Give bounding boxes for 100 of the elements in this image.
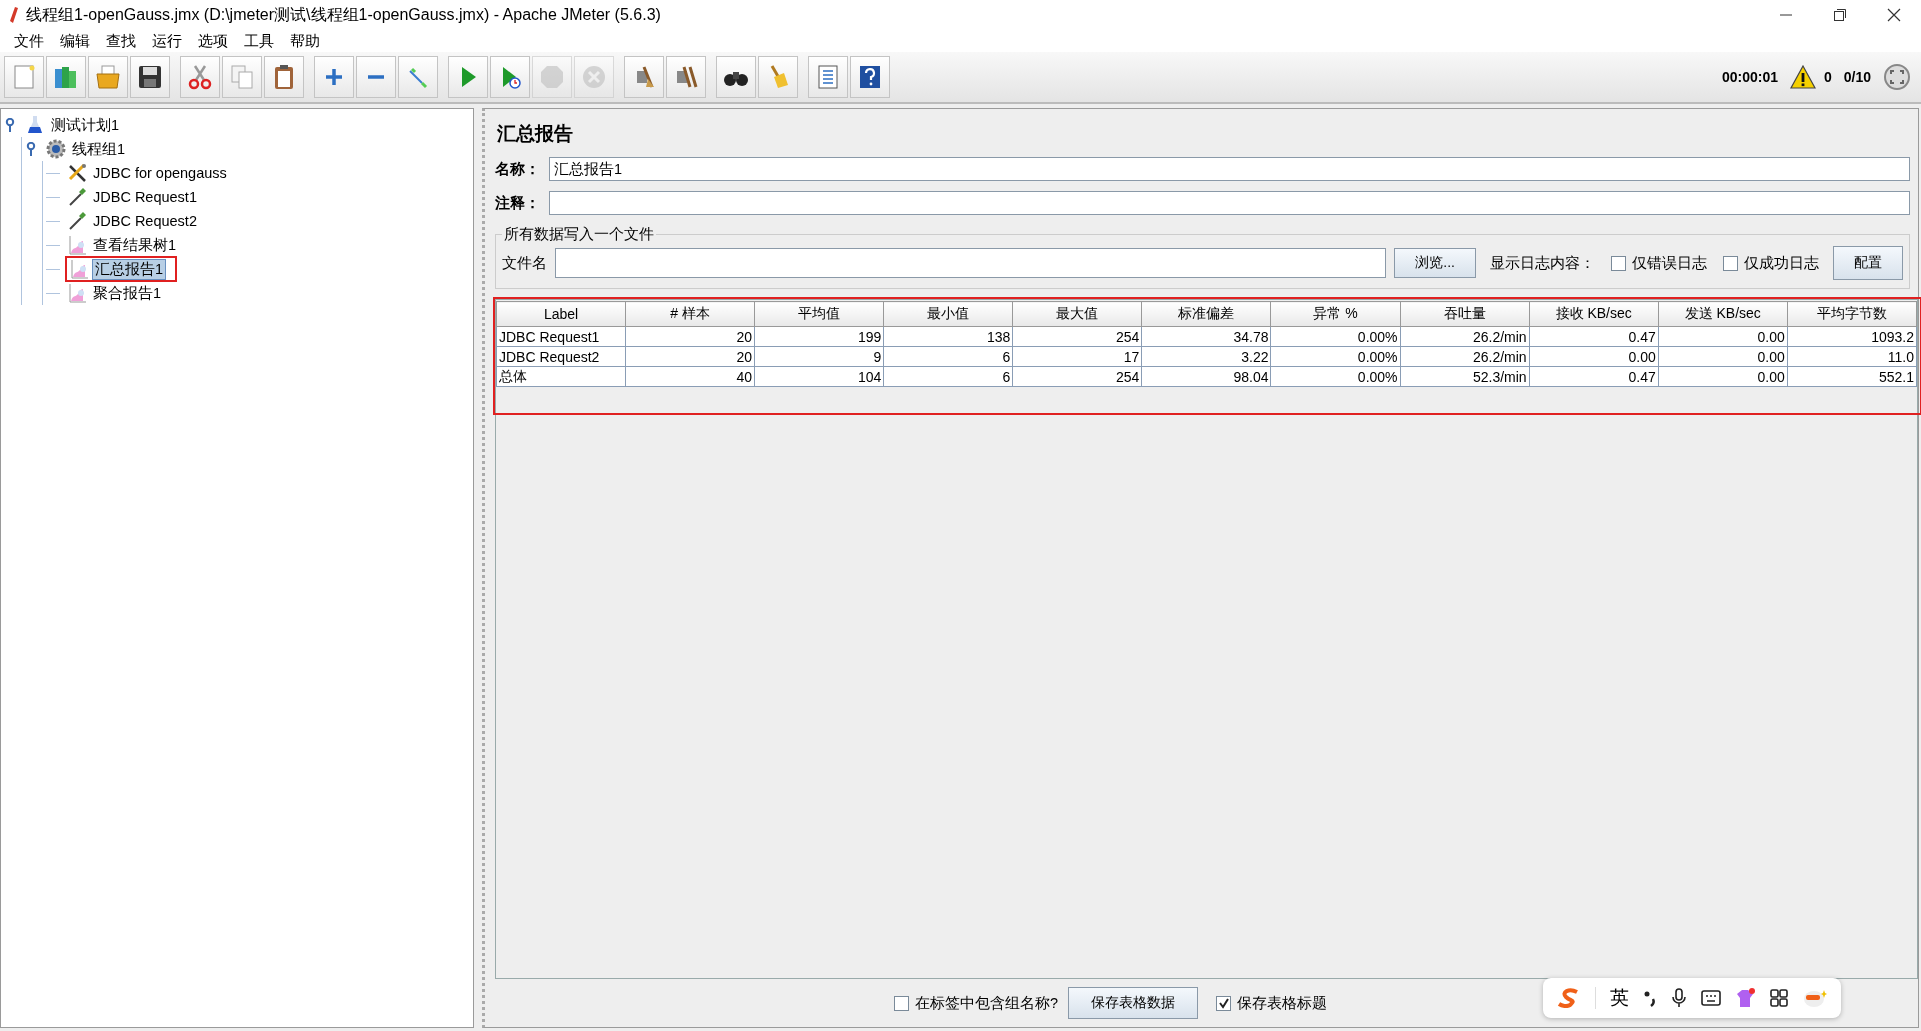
table-cell: 40 <box>625 366 755 387</box>
language-toggle[interactable]: 英 <box>1610 985 1629 1011</box>
floppy-disk-button[interactable] <box>130 56 170 98</box>
column-header[interactable]: 吞吐量 <box>1400 301 1530 327</box>
menu-item[interactable]: 运行 <box>146 31 192 51</box>
shirt-icon[interactable] <box>1735 988 1755 1008</box>
scissors-icon <box>186 63 214 91</box>
tree-item[interactable]: JDBC Request2 <box>91 213 199 229</box>
menu-item[interactable]: 帮助 <box>284 31 330 51</box>
file-name-field[interactable] <box>555 248 1387 278</box>
browse-button[interactable]: 浏览... <box>1394 248 1476 278</box>
table-cell: 254 <box>1012 366 1142 387</box>
field-label: 注释： <box>495 193 539 213</box>
column-header[interactable]: 平均字节数 <box>1787 301 1917 327</box>
column-header[interactable]: 接收 KB/sec <box>1529 301 1659 327</box>
brooms-button[interactable] <box>666 56 706 98</box>
binoculars-button[interactable] <box>716 56 756 98</box>
stop-sign-icon <box>538 63 566 91</box>
table-cell: 98.04 <box>1141 366 1271 387</box>
grid-icon[interactable] <box>1769 988 1789 1008</box>
feather-icon <box>8 6 18 24</box>
tree-item[interactable]: 聚合报告1 <box>91 283 164 303</box>
wrench-screwdriver-icon <box>67 163 87 183</box>
group-title: 所有数据写入一个文件 <box>503 225 655 244</box>
checkbox-label: 仅成功日志 <box>1744 253 1819 273</box>
table-cell: 总体 <box>496 366 626 387</box>
column-header[interactable]: Label <box>496 301 626 327</box>
table-cell: 0.00% <box>1270 366 1401 387</box>
minus-button[interactable] <box>356 56 396 98</box>
column-header[interactable]: # 样本 <box>625 301 755 327</box>
table-cell: 20 <box>625 326 755 347</box>
help-button[interactable] <box>850 56 890 98</box>
table-cell: 0.00 <box>1658 366 1788 387</box>
wand-button[interactable] <box>398 56 438 98</box>
books-button[interactable] <box>46 56 86 98</box>
table-cell: JDBC Request2 <box>496 346 626 367</box>
status-indicator-icon <box>1883 63 1911 91</box>
table-cell: 138 <box>883 326 1013 347</box>
microphone-icon[interactable] <box>1671 988 1687 1008</box>
folder-icon <box>94 63 122 91</box>
table-cell: 1093.2 <box>1787 326 1917 347</box>
play-button[interactable] <box>448 56 488 98</box>
tree-item[interactable]: JDBC for opengauss <box>91 165 229 181</box>
scissors-button[interactable] <box>180 56 220 98</box>
plus-icon <box>326 69 342 85</box>
table-cell: 11.0 <box>1787 346 1917 367</box>
keyboard-icon[interactable] <box>1701 989 1721 1007</box>
clipboard-button[interactable] <box>264 56 304 98</box>
column-header[interactable]: 异常 % <box>1270 301 1401 327</box>
checkbox[interactable] <box>893 995 909 1011</box>
tree-item[interactable]: JDBC Request1 <box>91 189 199 205</box>
menu-item[interactable]: 编辑 <box>54 31 100 51</box>
table-cell: 0.00 <box>1658 326 1788 347</box>
warning-icon <box>1789 65 1816 89</box>
menu-item[interactable]: 工具 <box>238 31 284 51</box>
thread-count: 0/10 <box>1843 69 1871 85</box>
column-header[interactable]: 最大值 <box>1012 301 1142 327</box>
tree-item[interactable]: 汇总报告1 <box>93 259 166 279</box>
expanded-node-icon[interactable] <box>26 142 38 156</box>
table-cell: 34.78 <box>1141 326 1271 347</box>
table-cell: 0.00% <box>1270 326 1401 347</box>
table-cell: 52.3/min <box>1400 366 1530 387</box>
restore-icon[interactable] <box>1833 8 1847 22</box>
column-header[interactable]: 标准偏差 <box>1141 301 1271 327</box>
column-header[interactable]: 发送 KB/sec <box>1658 301 1788 327</box>
menu-item[interactable]: 查找 <box>100 31 146 51</box>
close-icon[interactable] <box>1887 8 1901 22</box>
menu-item[interactable]: 文件 <box>8 31 54 51</box>
checkbox[interactable] <box>1723 255 1738 271</box>
pipette-icon <box>67 211 87 231</box>
configure-button[interactable]: 配置 <box>1833 246 1903 280</box>
column-header[interactable]: 最小值 <box>883 301 1013 327</box>
tree-item[interactable]: 测试计划1 <box>49 115 122 135</box>
broom-button[interactable] <box>624 56 664 98</box>
plus-button[interactable] <box>314 56 354 98</box>
ime-logo-icon <box>1557 988 1581 1008</box>
comment-field[interactable] <box>549 191 1910 215</box>
tree-item[interactable]: 线程组1 <box>70 139 128 159</box>
checkbox-label: 保存表格标题 <box>1237 993 1328 1013</box>
checkbox[interactable] <box>1611 255 1626 271</box>
field-label: 名称： <box>495 159 539 179</box>
punctuation-icon[interactable] <box>1643 989 1657 1007</box>
table-cell: 0.00 <box>1658 346 1788 367</box>
tree-item[interactable]: 查看结果树1 <box>91 235 179 255</box>
table-cell: 26.2/min <box>1400 346 1530 367</box>
table-cell: 20 <box>625 346 755 367</box>
copy-icon <box>228 63 256 91</box>
play-clock-button[interactable] <box>490 56 530 98</box>
column-header[interactable]: 平均值 <box>754 301 884 327</box>
panel-title: 汇总报告 <box>497 122 574 146</box>
checkbox[interactable] <box>1216 995 1232 1011</box>
table-cell: 0.47 <box>1529 366 1659 387</box>
save-table-button[interactable]: 保存表格数据 <box>1068 987 1199 1019</box>
table-cell: 26.2/min <box>1400 326 1530 347</box>
minus-icon <box>368 75 384 79</box>
expanded-node-icon[interactable] <box>5 118 17 132</box>
table-cell: 552.1 <box>1787 366 1917 387</box>
table-cell: 0.00% <box>1270 346 1401 367</box>
name-field[interactable]: 汇总报告1 <box>549 157 1910 181</box>
menu-item[interactable]: 选项 <box>192 31 238 51</box>
